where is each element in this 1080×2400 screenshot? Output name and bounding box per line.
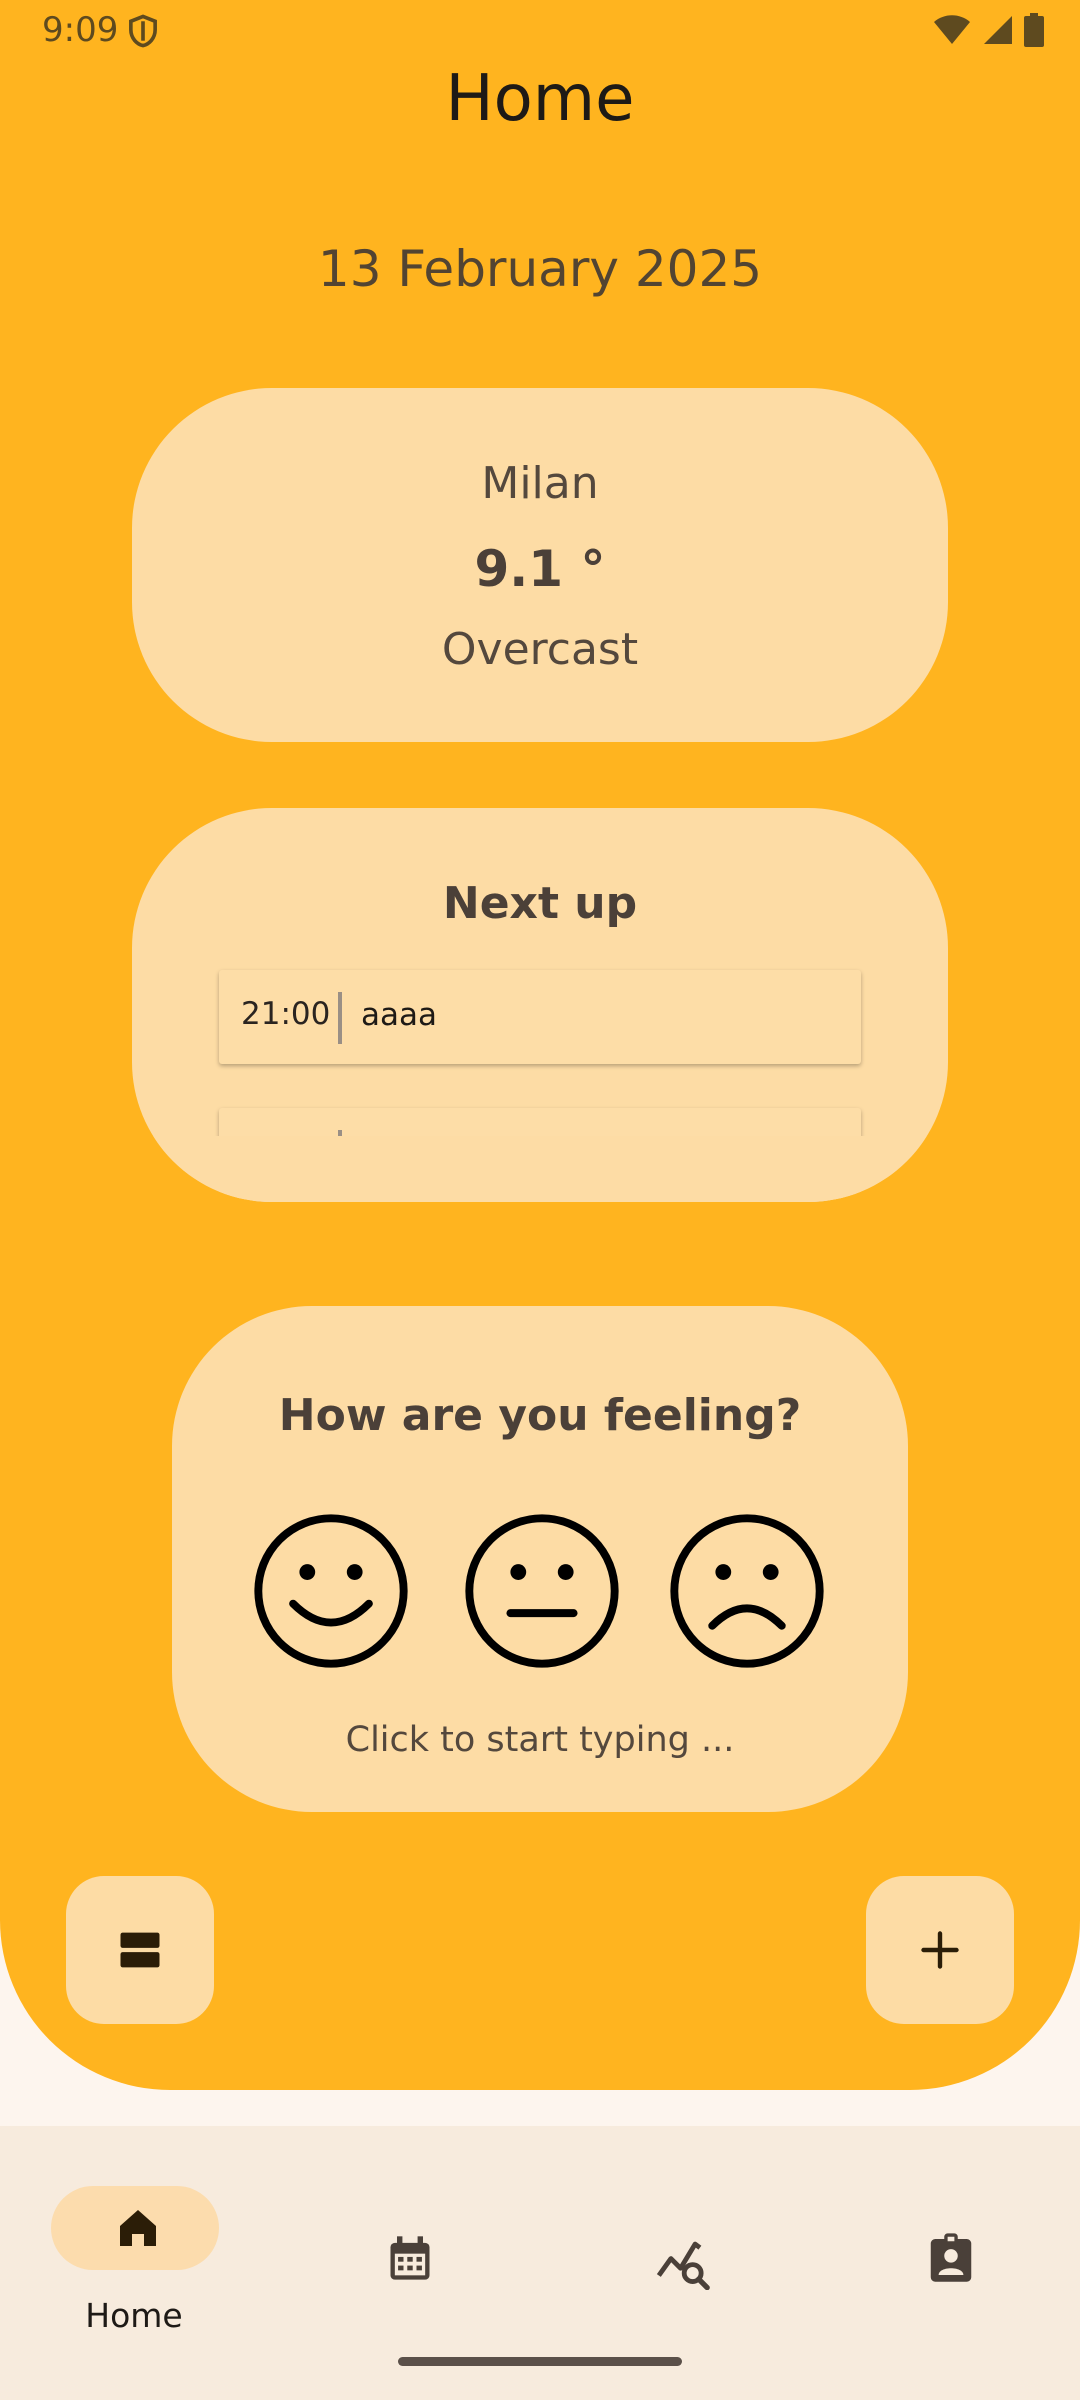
add-button[interactable] [866,1876,1014,2024]
status-time: 9:09 [42,10,119,50]
calendar-icon [390,2236,430,2280]
event-separator [338,992,342,1044]
list-fade [132,1136,948,1202]
weather-temperature: 9.1 ° [474,540,606,598]
home-icon [120,2210,156,2246]
nav-item-home[interactable]: Home [34,2154,234,2335]
nav-label-home: Home [85,2296,183,2335]
home-indicator[interactable] [398,2357,682,2366]
event-name: aaaa [361,997,437,1033]
signal-icon [984,16,1012,44]
nav-item-analytics[interactable] [574,2154,774,2314]
next-up-title: Next up [442,878,638,929]
weather-city: Milan [481,458,599,509]
mood-card[interactable]: How are you feeling? Click to start typi… [172,1306,908,1812]
neutral-face-icon[interactable] [463,1512,621,1670]
view-agenda-button[interactable] [66,1876,214,2024]
sad-face-icon[interactable] [668,1512,826,1670]
status-icons [932,12,1044,48]
mood-question: How are you feeling? [278,1390,802,1441]
weather-condition: Overcast [441,624,639,675]
analytics-search-icon [656,2241,710,2290]
current-date: 13 February 2025 [317,240,763,298]
happy-face-icon[interactable] [252,1512,410,1670]
contact-badge-icon [930,2233,972,2282]
nav-item-calendar[interactable] [304,2154,504,2314]
plus-icon [921,1931,959,1969]
event-row[interactable]: 21:00 aaaa [219,970,861,1064]
nav-item-profile[interactable] [844,2154,1044,2314]
status-bar: 9:09 [0,0,1080,60]
battery-icon [1024,13,1044,47]
mood-hint[interactable]: Click to start typing ... [172,1720,908,1760]
weather-card[interactable]: Milan 9.1 ° Overcast [132,388,948,742]
view-agenda-icon [120,1932,160,1968]
event-time: 21:00 [241,996,331,1032]
page-title: Home [445,62,635,136]
next-up-card[interactable]: Next up 21:00 aaaa [132,808,948,1202]
shield-icon [129,14,157,48]
wifi-icon [934,15,970,44]
